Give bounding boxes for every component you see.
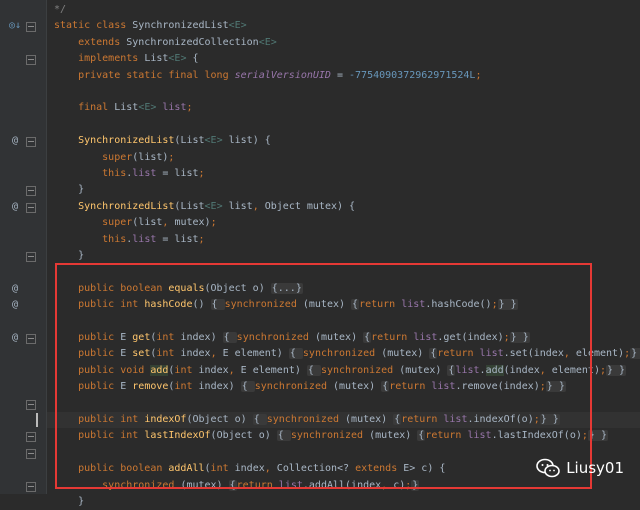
code-token: List bbox=[144, 53, 169, 65]
code-line[interactable]: static class SynchronizedList<E> bbox=[54, 18, 247, 34]
code-token: SynchronizedList bbox=[54, 200, 175, 212]
code-token: , bbox=[252, 200, 265, 212]
code-token: <E> bbox=[258, 36, 277, 48]
code-line[interactable]: SynchronizedList(List<E> list) { bbox=[54, 133, 271, 149]
code-token: list bbox=[222, 200, 253, 212]
annotation-at-icon[interactable]: @ bbox=[8, 298, 22, 312]
code-token: ; bbox=[210, 217, 217, 229]
fold-toggle-icon[interactable] bbox=[26, 186, 36, 197]
code-line[interactable]: } bbox=[54, 182, 84, 198]
code-token: ; bbox=[168, 151, 175, 163]
annotation-at-icon[interactable]: @ bbox=[8, 331, 22, 345]
code-line[interactable]: */ bbox=[54, 2, 66, 18]
annotation-at-icon[interactable]: @ bbox=[8, 200, 22, 214]
code-token: */ bbox=[54, 4, 67, 15]
fold-toggle-icon[interactable] bbox=[26, 448, 36, 459]
code-token: Object mutex) { bbox=[264, 200, 356, 212]
code-token: list bbox=[156, 102, 187, 114]
code-token: SynchronizedCollection bbox=[126, 36, 259, 48]
code-token: super bbox=[54, 151, 133, 163]
wechat-logo-icon bbox=[536, 458, 560, 478]
code-token: static class bbox=[54, 20, 133, 32]
code-token: SynchronizedList bbox=[132, 20, 229, 32]
code-line[interactable]: final List<E> list; bbox=[54, 100, 193, 116]
code-line[interactable]: } bbox=[54, 494, 84, 510]
code-token: implements bbox=[54, 53, 145, 65]
code-token: mutex) bbox=[174, 217, 211, 229]
code-line[interactable]: private static final long serialVersionU… bbox=[54, 68, 481, 84]
fold-toggle-icon[interactable] bbox=[26, 137, 36, 148]
code-token: -7754090372962971524L bbox=[349, 69, 476, 81]
code-token: = bbox=[330, 69, 350, 81]
watermark-text: Liusy01 bbox=[566, 459, 624, 477]
editor-gutter bbox=[0, 0, 46, 494]
code-token: } bbox=[54, 184, 85, 196]
code-token: (List bbox=[174, 200, 205, 212]
code-token: ; bbox=[198, 233, 205, 245]
code-token: <E> bbox=[204, 135, 223, 147]
code-token: , bbox=[162, 217, 175, 229]
fold-toggle-icon[interactable] bbox=[26, 334, 36, 344]
code-token: this bbox=[54, 233, 127, 245]
fold-toggle-icon[interactable] bbox=[26, 481, 36, 492]
code-token: extends bbox=[54, 36, 127, 48]
code-token: <E> bbox=[138, 102, 157, 114]
watermark: Liusy01 bbox=[536, 458, 624, 478]
fold-toggle-icon[interactable] bbox=[26, 202, 36, 213]
code-line[interactable]: super(list, mutex); bbox=[54, 215, 217, 231]
code-token: } bbox=[54, 250, 85, 261]
code-token: private static final long bbox=[54, 69, 235, 81]
code-token: (list) bbox=[132, 151, 169, 163]
code-token: { bbox=[186, 53, 199, 65]
annotation-at-icon[interactable]: @ bbox=[8, 134, 22, 148]
fold-toggle-icon[interactable] bbox=[26, 55, 36, 66]
code-token: } } bbox=[606, 364, 627, 376]
code-token: SynchronizedList bbox=[54, 135, 175, 147]
code-token: serialVersionUID bbox=[234, 69, 331, 81]
code-token: list bbox=[132, 233, 157, 245]
code-token: super bbox=[54, 217, 133, 229]
override-inherit-icon[interactable]: ◎↓ bbox=[8, 19, 22, 33]
fold-toggle-icon[interactable] bbox=[26, 399, 36, 410]
code-line[interactable]: extends SynchronizedCollection<E> bbox=[54, 35, 277, 51]
code-token: (list bbox=[132, 217, 163, 229]
code-line[interactable]: this.list = list; bbox=[54, 166, 205, 182]
text-cursor bbox=[36, 413, 38, 427]
code-token: } } bbox=[630, 348, 640, 360]
code-token: ; bbox=[198, 168, 205, 179]
fold-toggle-icon[interactable] bbox=[26, 22, 36, 33]
code-line[interactable]: super(list); bbox=[54, 150, 174, 166]
code-token: list) { bbox=[222, 135, 271, 147]
code-token: ; bbox=[186, 102, 193, 114]
code-token: <E> bbox=[204, 200, 223, 212]
code-token: } bbox=[54, 496, 85, 507]
code-token: <E> bbox=[228, 20, 247, 32]
code-line[interactable]: this.list = list; bbox=[54, 232, 205, 248]
code-token: = list bbox=[156, 233, 199, 245]
code-token: <E> bbox=[168, 53, 187, 65]
highlight-annotation-box bbox=[55, 263, 592, 489]
code-line[interactable]: implements List<E> { bbox=[54, 51, 199, 67]
code-token: ; bbox=[475, 69, 482, 81]
code-token: = list bbox=[156, 168, 199, 179]
fold-toggle-icon[interactable] bbox=[26, 252, 36, 262]
code-token: final bbox=[54, 102, 115, 114]
code-token: list bbox=[132, 168, 157, 179]
code-line[interactable]: } bbox=[54, 248, 84, 264]
annotation-at-icon[interactable]: @ bbox=[8, 282, 22, 296]
code-token: (List bbox=[174, 135, 205, 147]
fold-toggle-icon[interactable] bbox=[26, 432, 36, 443]
code-token: List bbox=[114, 102, 139, 114]
code-token: this bbox=[54, 168, 127, 179]
code-line[interactable]: SynchronizedList(List<E> list, Object mu… bbox=[54, 199, 355, 215]
